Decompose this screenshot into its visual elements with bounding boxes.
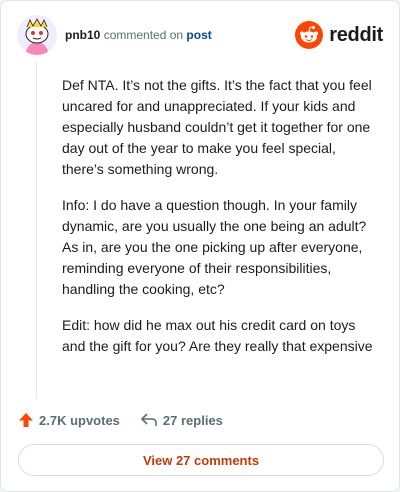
commented-on-text: commented on: [103, 28, 184, 42]
comment-body: Def NTA. It’s not the gifts. It’s the fa…: [62, 75, 374, 372]
reply-button[interactable]: 27 replies: [140, 412, 223, 428]
thread-line: [36, 61, 37, 399]
upvote-count: 2.7K upvotes: [39, 412, 120, 428]
avatar[interactable]: [17, 15, 57, 55]
username-link[interactable]: pnb10: [65, 28, 100, 42]
snoo-avatar-icon: [17, 15, 57, 55]
comment-paragraph: Info: I do have a question though. In yo…: [62, 197, 367, 297]
comment-header: pnb10 commented on post reddit: [17, 15, 383, 55]
upvote-arrow-icon: [19, 413, 33, 427]
post-link[interactable]: post: [186, 28, 211, 42]
comment-paragraph: Edit: how did he max out his credit card…: [62, 317, 373, 354]
comment-paragraph: Def NTA. It’s not the gifts. It’s the fa…: [62, 77, 372, 177]
reddit-wordmark: reddit: [329, 23, 383, 46]
reddit-snoo-icon: [295, 21, 324, 49]
upvote-button[interactable]: 2.7K upvotes: [18, 412, 120, 428]
reply-arrow-icon: [141, 413, 157, 426]
reply-count: 27 replies: [162, 412, 223, 428]
comment-actions: 2.7K upvotes 27 replies: [18, 410, 223, 430]
view-comments-button[interactable]: View 27 comments: [18, 444, 384, 476]
comment-meta: pnb10 commented on post: [65, 28, 212, 42]
reddit-logo[interactable]: reddit: [295, 20, 383, 50]
comment-card: pnb10 commented on post reddit Def NTA. …: [0, 0, 400, 492]
